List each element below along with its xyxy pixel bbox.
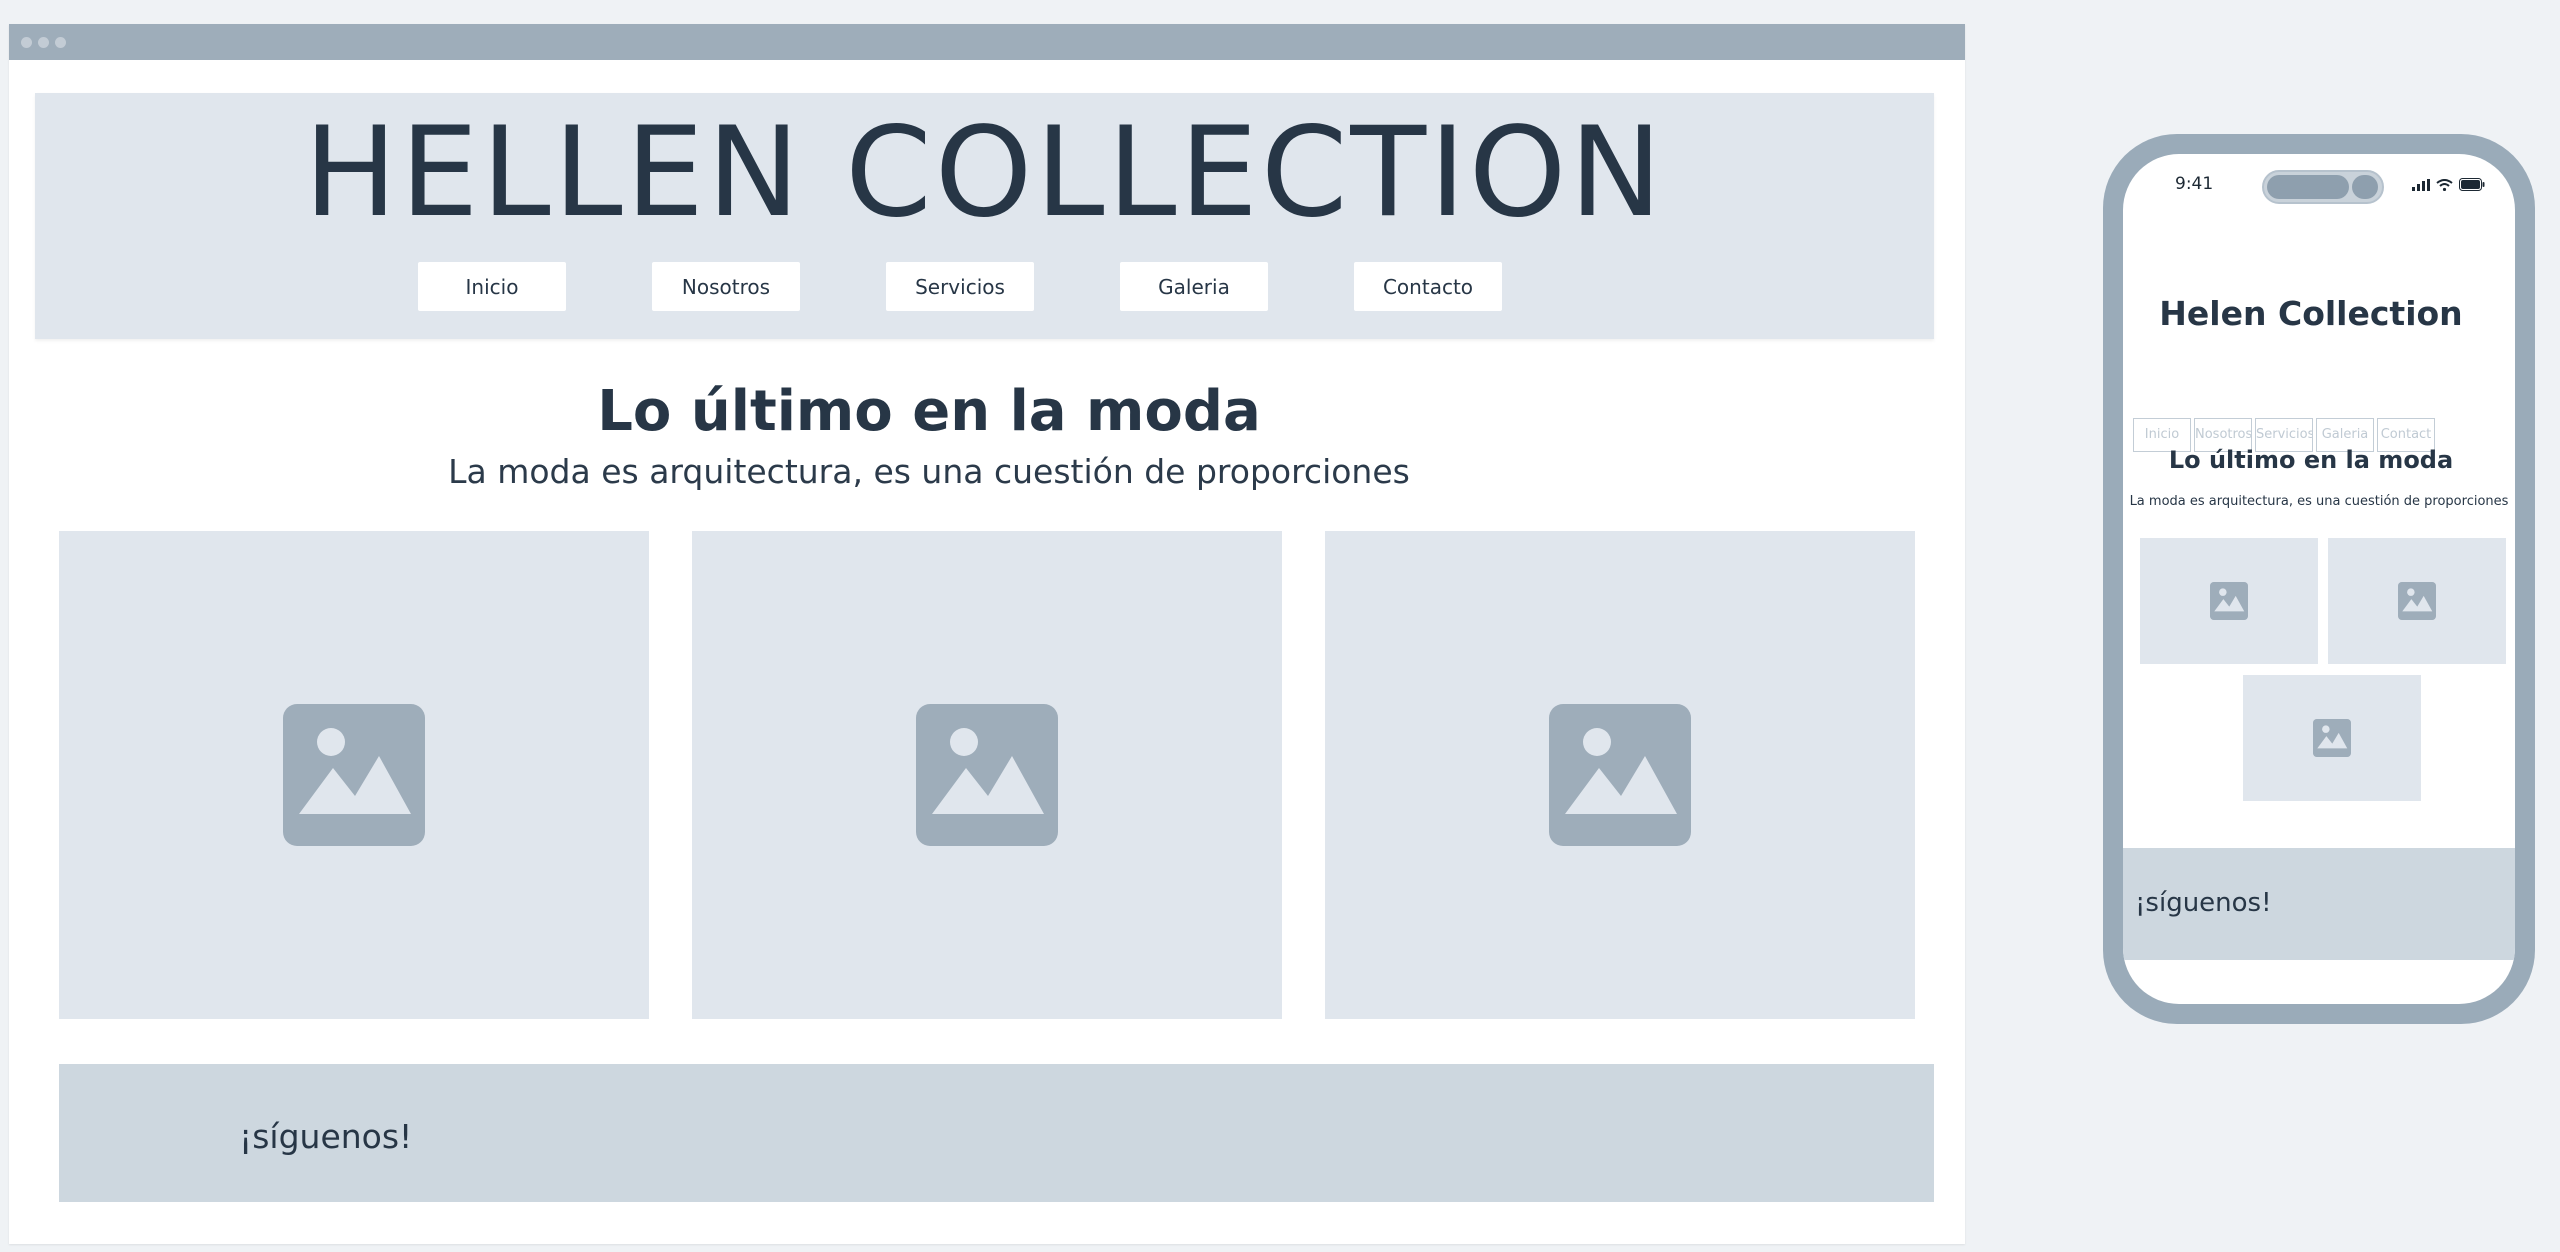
status-icons: [2412, 178, 2485, 191]
mobile-gallery-card-1[interactable]: [2140, 538, 2318, 664]
browser-title-bar: [9, 24, 1965, 60]
image-placeholder-icon: [2210, 582, 2248, 620]
window-dot-maximize[interactable]: [55, 36, 66, 48]
section-title: Lo último en la moda: [597, 379, 1261, 444]
mobile-section-subtitle: La moda es arquitectura, es una cuestión…: [2129, 494, 2509, 509]
signal-icon: [2412, 178, 2430, 191]
gallery-card-2[interactable]: [692, 531, 1282, 1019]
footer: ¡síguenos!: [59, 1064, 1934, 1202]
gallery-card-1[interactable]: [59, 531, 649, 1019]
footer-follow-text[interactable]: ¡síguenos!: [239, 1117, 412, 1156]
image-placeholder-icon: [283, 704, 425, 846]
nav-galeria-button[interactable]: Galeria: [1120, 262, 1268, 311]
mobile-section-title: Lo último en la moda: [2168, 446, 2454, 474]
section-subtitle: La moda es arquitectura, es una cuestión…: [448, 452, 1410, 491]
mobile-footer: ¡síguenos!: [2123, 848, 2515, 960]
mobile-gallery-card-3[interactable]: [2243, 675, 2421, 801]
nav-servicios-button[interactable]: Servicios: [886, 262, 1034, 311]
hero-header: HELLEN COLLECTION Inicio Nosotros Servic…: [35, 93, 1934, 339]
wifi-icon: [2436, 178, 2453, 191]
main-nav: Inicio Nosotros Servicios Galeria Contac…: [35, 262, 1934, 311]
mobile-gallery-card-2[interactable]: [2328, 538, 2506, 664]
mobile-site-title: Helen Collection: [2159, 294, 2463, 333]
nav-contacto-button[interactable]: Contacto: [1354, 262, 1502, 311]
image-placeholder-icon: [916, 704, 1058, 846]
mobile-footer-follow-text[interactable]: ¡síguenos!: [2135, 888, 2272, 918]
site-title: HELLEN COLLECTION: [303, 101, 1666, 245]
desktop-browser-mockup: HELLEN COLLECTION Inicio Nosotros Servic…: [9, 24, 1965, 1244]
battery-icon: [2459, 178, 2485, 191]
phone-mockup: 9:41 Helen Collection Inicio Nosotros Se…: [2103, 134, 2535, 1024]
image-placeholder-icon: [2398, 582, 2436, 620]
window-dot-minimize[interactable]: [38, 36, 49, 48]
window-dot-close[interactable]: [21, 36, 32, 48]
nav-nosotros-button[interactable]: Nosotros: [652, 262, 800, 311]
image-placeholder-icon: [2313, 719, 2351, 757]
status-time: 9:41: [2175, 174, 2214, 194]
dynamic-island: [2262, 170, 2384, 204]
gallery-card-3[interactable]: [1325, 531, 1915, 1019]
nav-inicio-button[interactable]: Inicio: [418, 262, 566, 311]
camera-icon: [2352, 175, 2378, 199]
image-placeholder-icon: [1549, 704, 1691, 846]
phone-screen: 9:41 Helen Collection Inicio Nosotros Se…: [2123, 154, 2515, 1004]
